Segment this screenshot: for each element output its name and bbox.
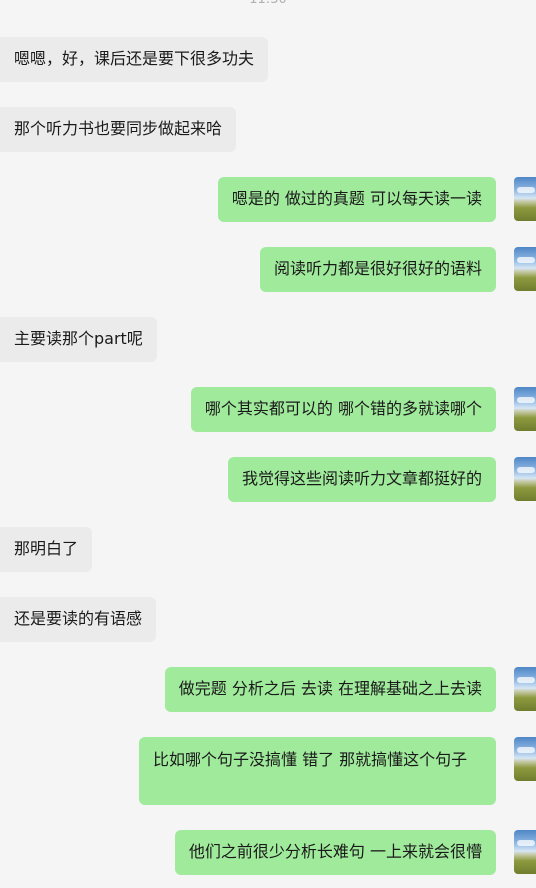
user-avatar[interactable] bbox=[514, 830, 536, 874]
landscape-avatar-icon bbox=[517, 467, 535, 473]
message-timestamp: 11:30 bbox=[0, 0, 536, 9]
message-bubble-outgoing[interactable]: 比如哪个句子没搞懂 错了 那就搞懂这个句子 bbox=[139, 737, 496, 805]
landscape-avatar-icon bbox=[517, 677, 535, 683]
message-bubble-outgoing[interactable]: 哪个其实都可以的 哪个错的多就读哪个 bbox=[190, 387, 496, 432]
user-avatar[interactable] bbox=[514, 177, 536, 221]
chat-window[interactable]: 11:30 嗯嗯，好，课后还是要下很多功夫 那个听力书也要同步做起来哈 嗯是的 … bbox=[0, 0, 536, 888]
user-avatar[interactable] bbox=[514, 737, 536, 781]
user-avatar[interactable] bbox=[514, 387, 536, 431]
landscape-avatar-icon bbox=[517, 840, 535, 846]
landscape-avatar-icon bbox=[517, 747, 535, 753]
user-avatar[interactable] bbox=[514, 457, 536, 501]
message-bubble-incoming[interactable]: 还是要读的有语感 bbox=[0, 597, 157, 642]
user-avatar[interactable] bbox=[514, 247, 536, 291]
message-bubble-incoming[interactable]: 嗯嗯，好，课后还是要下很多功夫 bbox=[0, 37, 269, 82]
message-bubble-incoming[interactable]: 主要读那个part呢 bbox=[0, 317, 157, 362]
message-bubble-outgoing[interactable]: 阅读听力都是很好很好的语料 bbox=[259, 247, 496, 292]
landscape-avatar-icon bbox=[517, 257, 535, 263]
landscape-avatar-icon bbox=[517, 187, 535, 193]
message-bubble-incoming[interactable]: 那个听力书也要同步做起来哈 bbox=[0, 107, 237, 152]
message-bubble-outgoing[interactable]: 我觉得这些阅读听力文章都挺好的 bbox=[227, 457, 496, 502]
message-bubble-outgoing[interactable]: 他们之前很少分析长难句 一上来就会很懵 bbox=[174, 830, 496, 875]
landscape-avatar-icon bbox=[517, 397, 535, 403]
message-bubble-outgoing[interactable]: 嗯是的 做过的真题 可以每天读一读 bbox=[217, 177, 496, 222]
message-bubble-outgoing[interactable]: 做完题 分析之后 去读 在理解基础之上去读 bbox=[164, 667, 496, 712]
message-bubble-incoming[interactable]: 那明白了 bbox=[0, 527, 93, 572]
user-avatar[interactable] bbox=[514, 667, 536, 711]
